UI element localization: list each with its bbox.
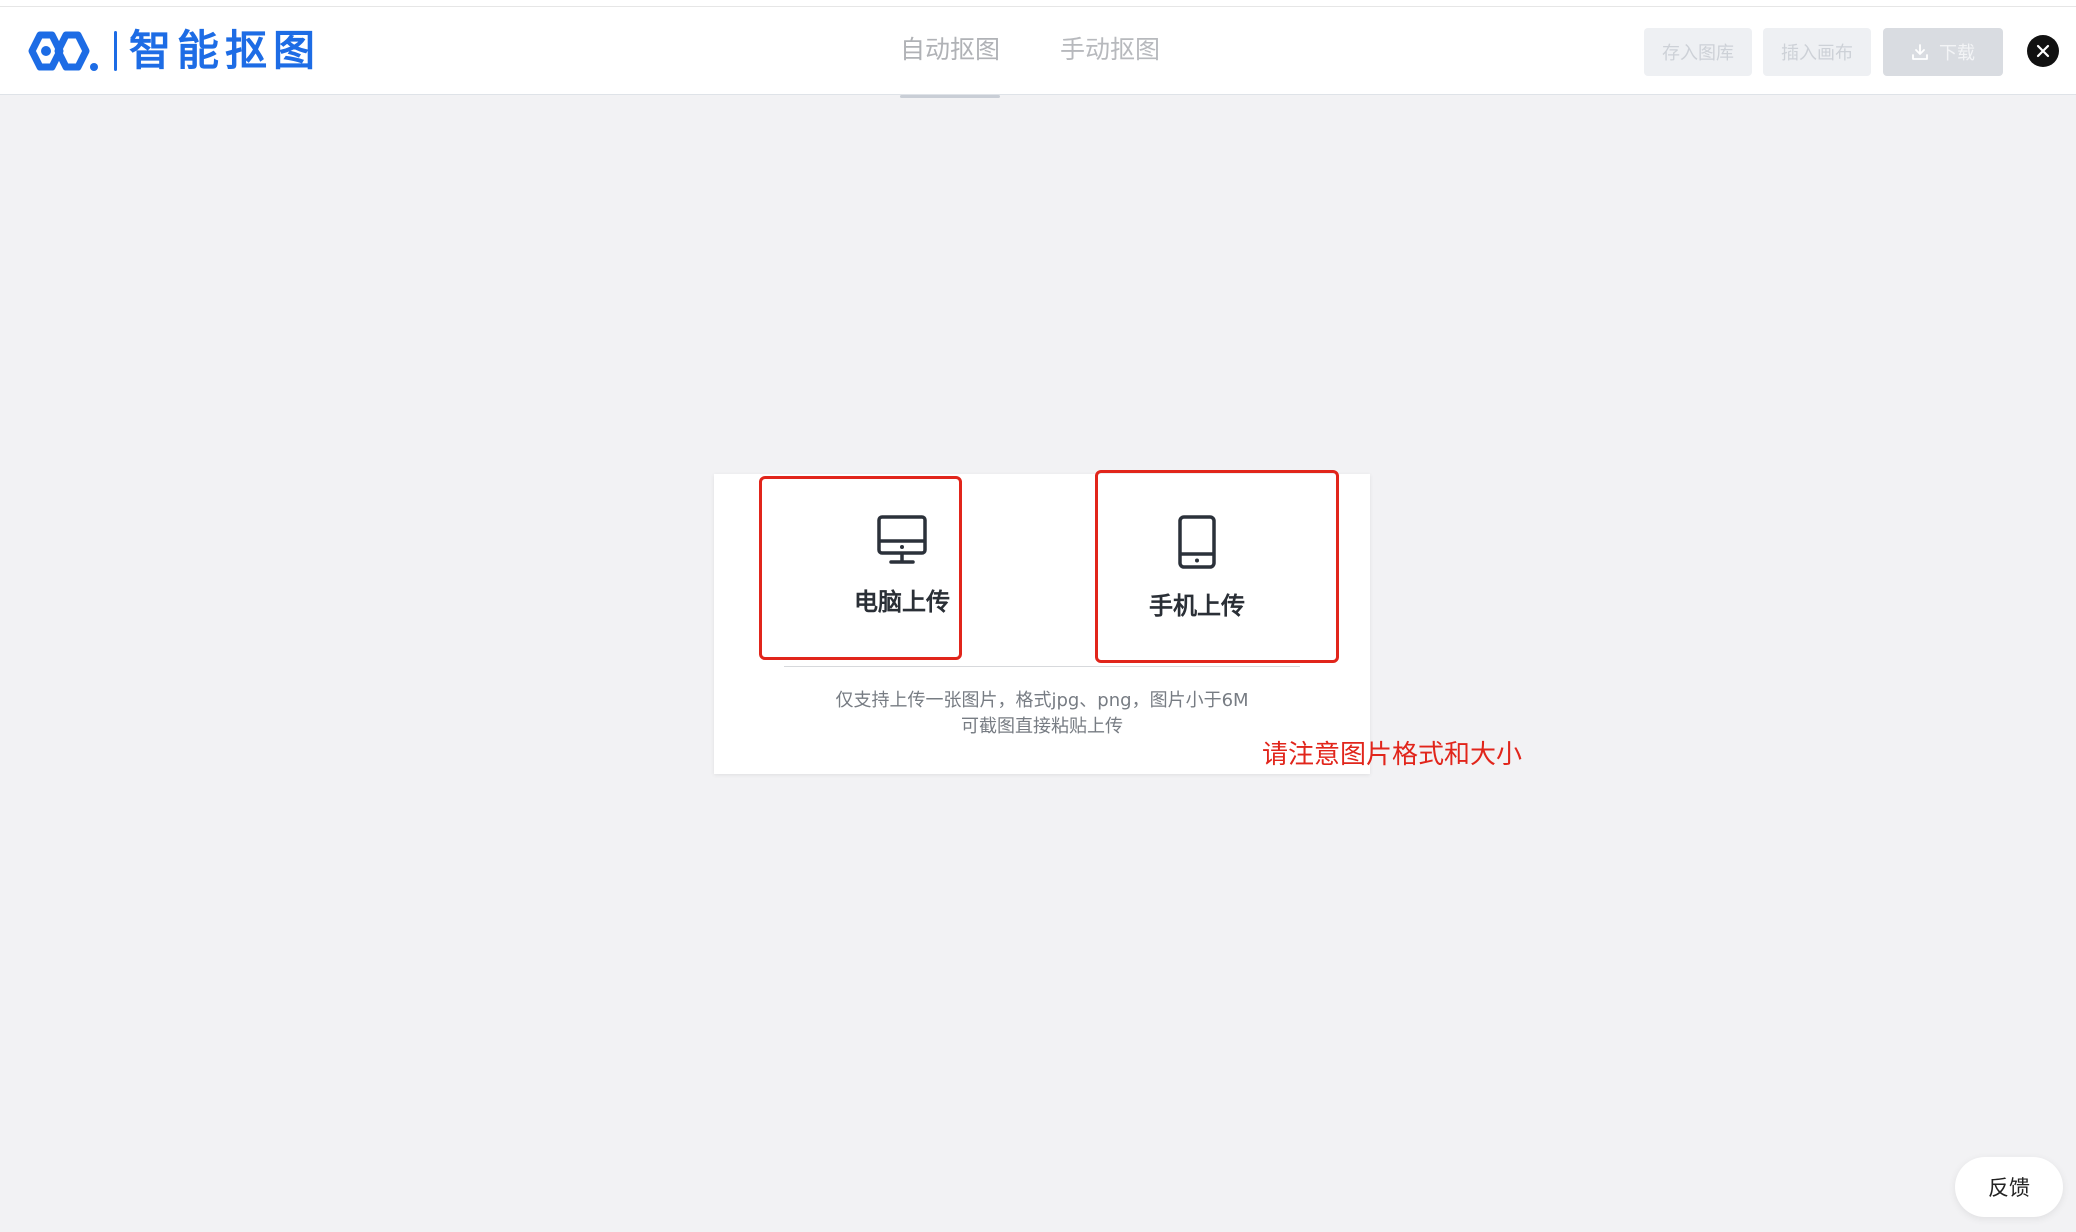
top-bar: 智能抠图 自动抠图 手动抠图 存入图库 插入画布 下载 [0, 0, 2076, 98]
annotation-box-mobile-upload [1095, 470, 1339, 663]
feedback-button[interactable]: 反馈 [1955, 1157, 2063, 1217]
brand: 智能抠图 [18, 27, 321, 75]
mode-tabs: 自动抠图 手动抠图 [900, 0, 1220, 98]
close-button[interactable] [2027, 35, 2059, 67]
tab-auto-cutout[interactable]: 自动抠图 [900, 30, 1001, 98]
close-icon [2036, 44, 2050, 58]
download-label: 下载 [1939, 43, 1975, 64]
save-to-library-button[interactable]: 存入图库 [1644, 28, 1752, 76]
download-icon [1912, 44, 1928, 60]
insert-canvas-button[interactable]: 插入画布 [1763, 28, 1871, 76]
tab-manual-cutout[interactable]: 手动抠图 [1060, 30, 1160, 66]
upload-hint-format: 仅支持上传一张图片，格式jpg、png，图片小于6M [835, 690, 1249, 711]
annotation-box-pc-upload [759, 476, 962, 660]
download-button[interactable]: 下载 [1883, 28, 2003, 76]
upload-divider [784, 666, 1300, 667]
brand-title: 智能抠图 [129, 26, 322, 75]
annotation-note: 请注意图片格式和大小 [1262, 740, 1523, 770]
brand-logo-icon [28, 31, 98, 71]
brand-separator [114, 31, 117, 71]
